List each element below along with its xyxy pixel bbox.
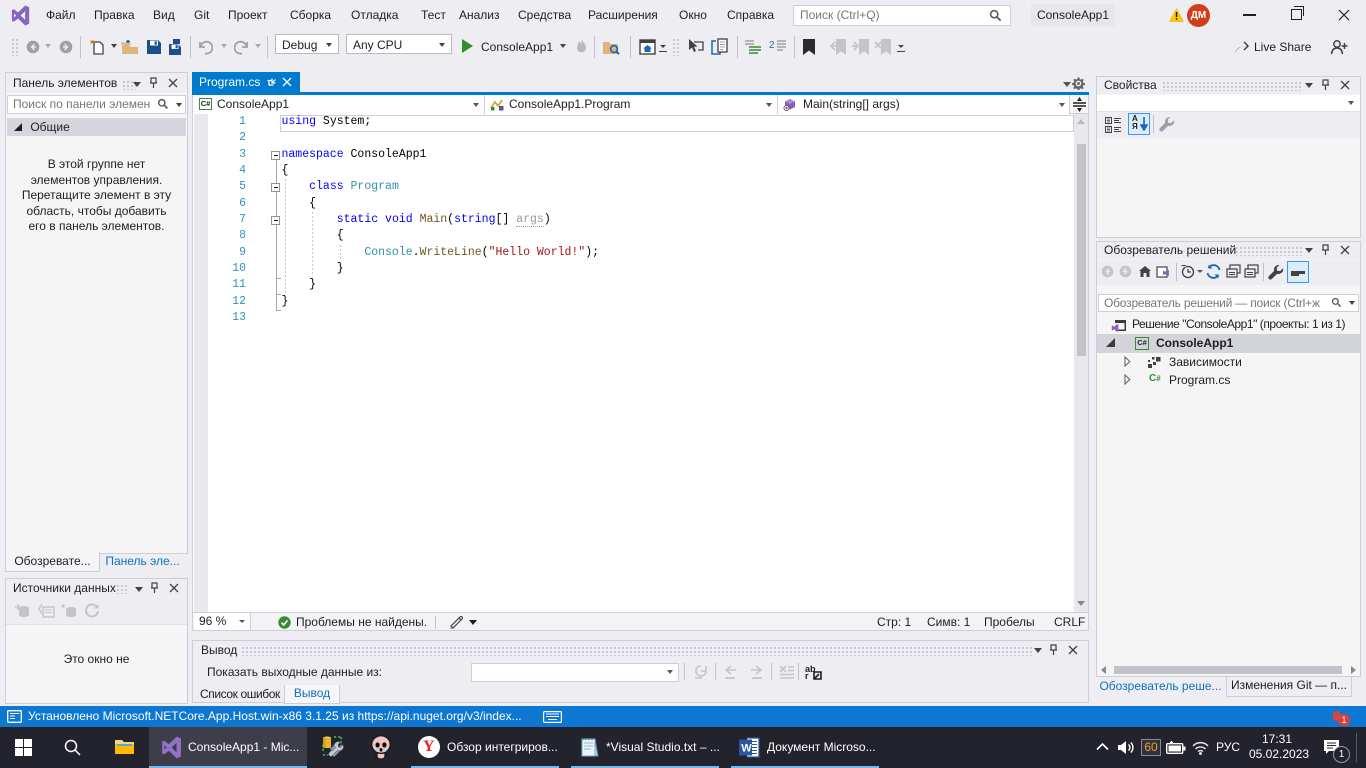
svg-text:r: r: [805, 671, 809, 680]
svg-text:W: W: [741, 743, 752, 755]
svg-text:2: 2: [769, 40, 775, 51]
